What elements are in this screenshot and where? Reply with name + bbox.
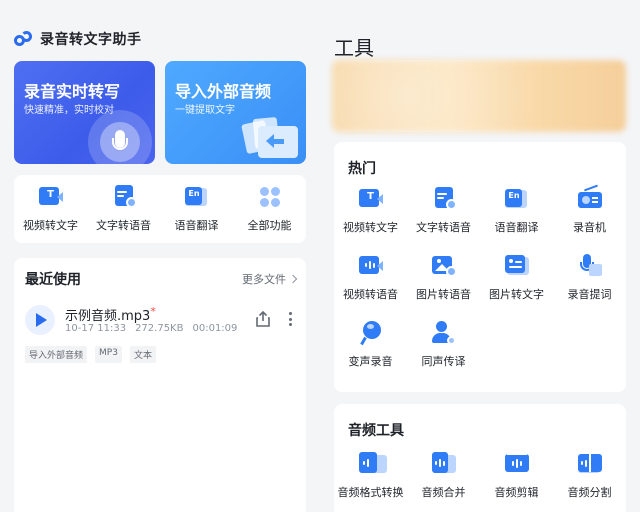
tool-label: 音频分割: [567, 486, 612, 499]
video-to-text-icon: T: [38, 185, 63, 209]
file-tag: 文本: [129, 346, 156, 363]
hot-tools-grid: T 视频转文字 文字转语音 En 语音翻译 录音机 视频转语音 图片转语音 图片…: [334, 184, 626, 377]
file-meta: 10-17 11:33 272.75KB 00:01:09: [65, 323, 237, 334]
tool-voice-translate[interactable]: En 语音翻译: [480, 187, 553, 243]
folder-import-icon: [241, 117, 298, 158]
tool-label: 文字转语音: [416, 221, 471, 234]
hot-tools-card: 热门 T 视频转文字 文字转语音 En 语音翻译 录音机 视频转语音 图片转语音…: [334, 142, 626, 392]
tool-recorder[interactable]: 录音机: [553, 184, 626, 243]
record-card-subtitle: 快速精准，实时校对: [24, 105, 114, 116]
voice-translate-icon: En: [504, 187, 529, 211]
tool-image-to-speech[interactable]: 图片转语音: [407, 254, 480, 310]
file-tag: MP3: [95, 346, 122, 363]
play-icon: [36, 313, 47, 327]
file-name[interactable]: 示例音频.mp3*: [65, 305, 156, 324]
audio-split-icon: [577, 452, 602, 476]
file-tags: 导入外部音频 MP3 文本: [25, 346, 156, 363]
unsaved-dot: *: [150, 305, 156, 318]
audio-tools-grid: 音频格式转换 音频合并 音频剪辑 音频分割: [334, 452, 626, 508]
tool-text-to-speech[interactable]: 文字转语音: [407, 187, 480, 243]
tool-video-to-text[interactable]: T 视频转文字: [334, 187, 407, 243]
tool-image-to-text[interactable]: 图片转文字: [480, 254, 553, 310]
image-to-text-icon: [504, 254, 529, 278]
tool-video-to-audio[interactable]: 视频转语音: [334, 254, 407, 310]
audio-tools-card: 音频工具 音频格式转换 音频合并 音频剪辑 音频分割: [334, 404, 626, 512]
record-realtime-card[interactable]: 录音实时转写 快速精准，实时校对: [14, 61, 155, 164]
import-card-subtitle: 一键提取文字: [175, 105, 235, 116]
more-files-label: 更多文件: [242, 273, 286, 286]
quick-action-label: 语音翻译: [174, 219, 219, 232]
tool-voice-changer[interactable]: 变声录音: [334, 321, 407, 377]
file-name-text: 示例音频.mp3: [65, 309, 151, 324]
quick-all-features[interactable]: 全部功能: [234, 185, 306, 233]
tool-audio-split[interactable]: 音频分割: [553, 452, 626, 508]
app-title: 录音转文字助手: [40, 32, 142, 48]
file-date: 10-17 11:33: [65, 323, 127, 334]
recent-title: 最近使用: [25, 272, 81, 288]
tool-label: 语音翻译: [494, 221, 539, 234]
microphone-icon: [88, 110, 152, 164]
tool-audio-merge[interactable]: 音频合并: [407, 452, 480, 508]
recent-section: 最近使用 更多文件 示例音频.mp3* 10-17 11:33 272.75KB…: [14, 258, 306, 512]
image-to-speech-icon: [431, 254, 457, 278]
record-card-title: 录音实时转写: [24, 82, 121, 101]
quick-action-label: 视频转文字: [23, 219, 78, 232]
tool-audio-format-convert[interactable]: 音频格式转换: [334, 452, 407, 508]
voice-changer-icon: [359, 321, 383, 346]
recorder-icon: [577, 184, 602, 211]
app-logo-icon: [14, 31, 34, 47]
hot-tools-title: 热门: [348, 161, 376, 177]
tool-label: 视频转语音: [343, 288, 398, 301]
tool-label: 图片转文字: [489, 288, 544, 301]
quick-text-to-speech[interactable]: 文字转语音: [88, 185, 160, 233]
chevron-right-icon: [288, 274, 298, 284]
app-header: 录音转文字助手: [14, 28, 142, 50]
simultaneous-interpretation-icon: [431, 321, 456, 345]
quick-action-label: 全部功能: [247, 219, 292, 232]
import-card-title: 导入外部音频: [175, 82, 272, 101]
quick-actions: T 视频转文字 文字转语音 En 语音翻译 全部功能: [14, 175, 306, 243]
text-to-speech-icon: [112, 185, 137, 209]
home-panel: 录音转文字助手 录音实时转写 快速精准，实时校对 导入外部音频 一键提取文字 T…: [0, 0, 320, 512]
tool-label: 视频转文字: [343, 221, 398, 234]
tools-title: 工具: [334, 36, 374, 60]
tool-label: 录音提词: [567, 288, 612, 301]
all-features-icon: [258, 185, 282, 209]
teleprompter-icon: [578, 254, 602, 278]
promo-banner-overlay: [332, 60, 626, 132]
quick-voice-translate[interactable]: En 语音翻译: [161, 185, 233, 233]
file-size: 272.75KB: [135, 323, 184, 334]
more-options-icon[interactable]: [285, 310, 295, 328]
quick-video-to-text[interactable]: T 视频转文字: [15, 185, 87, 233]
audio-merge-icon: [431, 452, 456, 476]
tools-panel: 工具 热门 T 视频转文字 文字转语音 En 语音翻译 录音机 视频转语音 图片…: [320, 0, 640, 512]
audio-tools-title: 音频工具: [348, 423, 404, 439]
import-audio-card[interactable]: 导入外部音频 一键提取文字: [165, 61, 306, 164]
play-button[interactable]: [25, 305, 55, 335]
tool-audio-cut[interactable]: 音频剪辑: [480, 452, 553, 508]
tool-simultaneous-interpretation[interactable]: 同声传译: [407, 321, 480, 377]
voice-translate-icon: En: [184, 185, 209, 209]
file-duration: 00:01:09: [192, 323, 238, 334]
tool-label: 音频格式转换: [337, 486, 404, 499]
video-to-audio-icon: [358, 254, 383, 278]
quick-action-label: 文字转语音: [96, 219, 151, 232]
file-tag: 导入外部音频: [25, 346, 88, 363]
tool-label: 变声录音: [348, 355, 393, 368]
tool-label: 同声传译: [421, 355, 466, 368]
text-to-speech-icon: [432, 187, 457, 211]
tool-label: 录音机: [573, 221, 606, 234]
audio-cut-icon: [504, 452, 529, 476]
tool-label: 图片转语音: [416, 288, 471, 301]
audio-format-convert-icon: [358, 452, 387, 476]
tool-label: 音频剪辑: [494, 486, 539, 499]
video-to-text-icon: T: [358, 187, 383, 211]
more-files-link[interactable]: 更多文件: [242, 271, 298, 287]
tool-label: 音频合并: [421, 486, 466, 499]
share-icon[interactable]: [254, 310, 272, 328]
tool-teleprompter[interactable]: 录音提词: [553, 254, 626, 310]
